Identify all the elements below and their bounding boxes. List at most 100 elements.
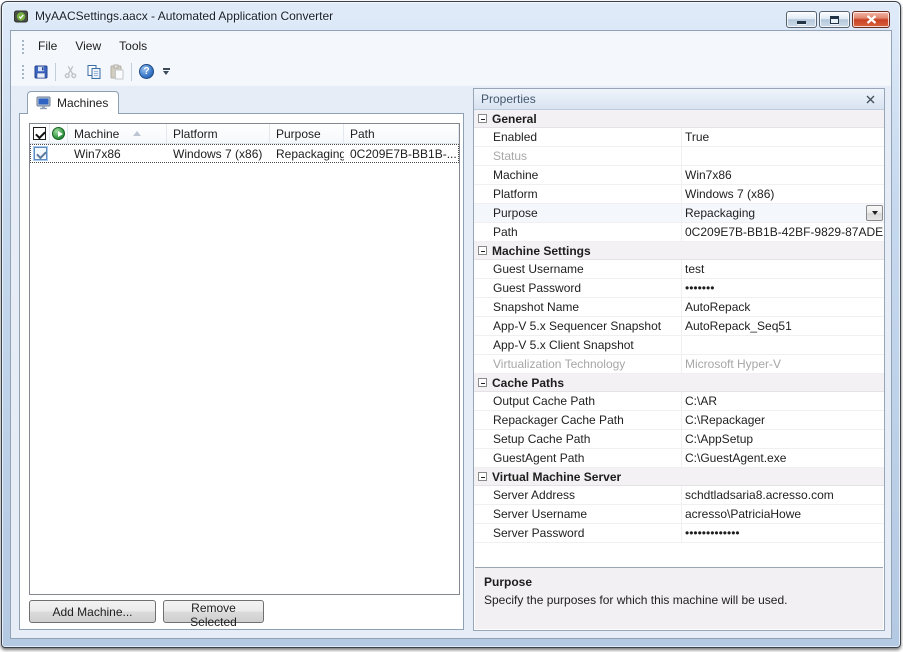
machines-table: Machine Platform Purpose Path Win7x86 Wi… xyxy=(29,123,460,595)
save-button[interactable] xyxy=(29,61,52,83)
remove-selected-button[interactable]: Remove Selected xyxy=(163,600,264,623)
property-value[interactable]: ••••••••••••• xyxy=(682,526,884,540)
section-header-cache-paths[interactable]: Cache Paths xyxy=(474,374,884,392)
property-row-virtualization-technology[interactable]: Virtualization TechnologyMicrosoft Hyper… xyxy=(474,355,884,374)
property-label: GuestAgent Path xyxy=(493,449,682,467)
property-value[interactable]: AutoRepack xyxy=(682,300,884,314)
cell-path: 0C209E7B-BB1B-... xyxy=(344,144,459,163)
close-button[interactable] xyxy=(852,11,890,28)
select-all-checkbox[interactable] xyxy=(33,127,46,140)
copy-button[interactable] xyxy=(82,61,105,83)
property-value[interactable]: ••••••• xyxy=(682,281,884,295)
collapse-icon[interactable] xyxy=(478,246,487,255)
tab-label: Machines xyxy=(57,96,108,110)
section-header-virtual-machine-server[interactable]: Virtual Machine Server xyxy=(474,468,884,486)
sort-ascending-icon xyxy=(133,131,141,136)
menu-grip-handle[interactable] xyxy=(21,39,25,54)
property-row-server-password[interactable]: Server Password••••••••••••• xyxy=(474,524,884,543)
property-row-enabled[interactable]: EnabledTrue xyxy=(474,128,884,147)
client-area: File View Tools xyxy=(10,30,892,639)
overflow-icon xyxy=(163,68,170,70)
property-label: Server Address xyxy=(493,486,682,504)
maximize-button[interactable] xyxy=(819,11,850,28)
column-header-platform[interactable]: Platform xyxy=(167,124,270,143)
property-row-setup-cache-path[interactable]: Setup Cache PathC:\AppSetup xyxy=(474,430,884,449)
property-row-app-v-5-x-sequencer-snapshot[interactable]: App-V 5.x Sequencer SnapshotAutoRepack_S… xyxy=(474,317,884,336)
property-row-guest-password[interactable]: Guest Password••••••• xyxy=(474,279,884,298)
property-label: Output Cache Path xyxy=(493,392,682,410)
properties-close-button[interactable] xyxy=(863,92,877,106)
property-row-platform[interactable]: PlatformWindows 7 (x86) xyxy=(474,185,884,204)
close-icon xyxy=(866,15,877,24)
property-value[interactable]: AutoRepack_Seq51 xyxy=(682,319,884,333)
property-value[interactable]: test xyxy=(682,262,884,276)
toolbar: ? xyxy=(11,58,891,85)
section-header-general[interactable]: General xyxy=(474,110,884,128)
toolbar-grip-handle[interactable] xyxy=(21,64,25,79)
property-value[interactable]: C:\Repackager xyxy=(682,413,884,427)
minimize-button[interactable] xyxy=(786,11,817,28)
property-row-machine[interactable]: MachineWin7x86 xyxy=(474,166,884,185)
add-machine-button[interactable]: Add Machine... xyxy=(29,600,156,623)
section-header-machine-settings[interactable]: Machine Settings xyxy=(474,242,884,260)
menu-bar: File View Tools xyxy=(11,34,891,58)
property-row-guestagent-path[interactable]: GuestAgent PathC:\GuestAgent.exe xyxy=(474,449,884,468)
help-button[interactable]: ? xyxy=(135,61,158,83)
menu-view[interactable]: View xyxy=(66,36,110,56)
collapse-icon[interactable] xyxy=(478,114,487,123)
property-row-app-v-5-x-client-snapshot[interactable]: App-V 5.x Client Snapshot xyxy=(474,336,884,355)
window-title: MyAACSettings.aacx - Automated Applicati… xyxy=(35,9,333,23)
property-label: Path xyxy=(493,223,682,241)
description-title: Purpose xyxy=(484,575,874,589)
property-value[interactable]: schdtladsaria8.acresso.com xyxy=(682,488,884,502)
property-value[interactable]: acresso\PatriciaHowe xyxy=(682,507,884,521)
chevron-down-icon xyxy=(163,71,169,75)
property-row-purpose[interactable]: PurposeRepackaging xyxy=(474,204,884,223)
properties-header: Properties xyxy=(474,89,884,110)
property-value[interactable]: 0C209E7B-BB1B-42BF-9829-87ADED2E8 xyxy=(682,225,884,239)
column-header-purpose[interactable]: Purpose xyxy=(270,124,344,143)
property-value[interactable]: C:\AR xyxy=(682,394,884,408)
property-row-output-cache-path[interactable]: Output Cache PathC:\AR xyxy=(474,392,884,411)
machines-tab-icon xyxy=(36,96,52,110)
dropdown-button[interactable] xyxy=(866,205,883,221)
property-description: Purpose Specify the purposes for which t… xyxy=(475,567,883,629)
row-checkbox[interactable] xyxy=(34,147,47,160)
paste-button[interactable] xyxy=(105,61,128,83)
toolbar-overflow-button[interactable] xyxy=(160,61,172,83)
cut-button[interactable] xyxy=(59,61,82,83)
property-row-snapshot-name[interactable]: Snapshot NameAutoRepack xyxy=(474,298,884,317)
property-value[interactable]: Repackaging xyxy=(682,206,884,220)
section-title: Cache Paths xyxy=(492,376,564,390)
property-row-path[interactable]: Path0C209E7B-BB1B-42BF-9829-87ADED2E8 xyxy=(474,223,884,242)
run-status-icon xyxy=(52,127,65,140)
workspace: Machines Machine Platform Purpose Path xyxy=(11,86,891,638)
property-row-repackager-cache-path[interactable]: Repackager Cache PathC:\Repackager xyxy=(474,411,884,430)
tab-machines[interactable]: Machines xyxy=(27,91,119,114)
collapse-icon[interactable] xyxy=(478,472,487,481)
property-row-server-username[interactable]: Server Usernameacresso\PatriciaHowe xyxy=(474,505,884,524)
properties-panel: Properties GeneralEnabledTrueStatusMachi… xyxy=(473,88,885,631)
table-row-win7x86[interactable]: Win7x86 Windows 7 (x86) Repackaging 0C20… xyxy=(30,144,459,163)
property-value[interactable]: C:\GuestAgent.exe xyxy=(682,451,884,465)
column-header-path[interactable]: Path xyxy=(344,124,459,143)
collapse-icon[interactable] xyxy=(478,378,487,387)
property-label: Snapshot Name xyxy=(493,298,682,316)
menu-file[interactable]: File xyxy=(29,36,66,56)
property-row-guest-username[interactable]: Guest Usernametest xyxy=(474,260,884,279)
title-bar[interactable]: MyAACSettings.aacx - Automated Applicati… xyxy=(2,2,900,30)
property-value[interactable]: C:\AppSetup xyxy=(682,432,884,446)
property-label: Virtualization Technology xyxy=(493,355,682,373)
property-grid: GeneralEnabledTrueStatusMachineWin7x86Pl… xyxy=(474,110,884,566)
property-row-status[interactable]: Status xyxy=(474,147,884,166)
property-value[interactable]: Microsoft Hyper-V xyxy=(682,357,884,371)
property-row-server-address[interactable]: Server Addressschdtladsaria8.acresso.com xyxy=(474,486,884,505)
cell-purpose: Repackaging xyxy=(270,144,344,163)
property-value[interactable]: Windows 7 (x86) xyxy=(682,187,884,201)
menu-tools[interactable]: Tools xyxy=(110,36,156,56)
property-value[interactable]: Win7x86 xyxy=(682,168,884,182)
property-value[interactable]: True xyxy=(682,130,884,144)
column-header-machine[interactable]: Machine xyxy=(68,124,167,143)
app-window: MyAACSettings.aacx - Automated Applicati… xyxy=(1,1,901,648)
machines-tab-page: Machine Platform Purpose Path Win7x86 Wi… xyxy=(19,113,464,630)
